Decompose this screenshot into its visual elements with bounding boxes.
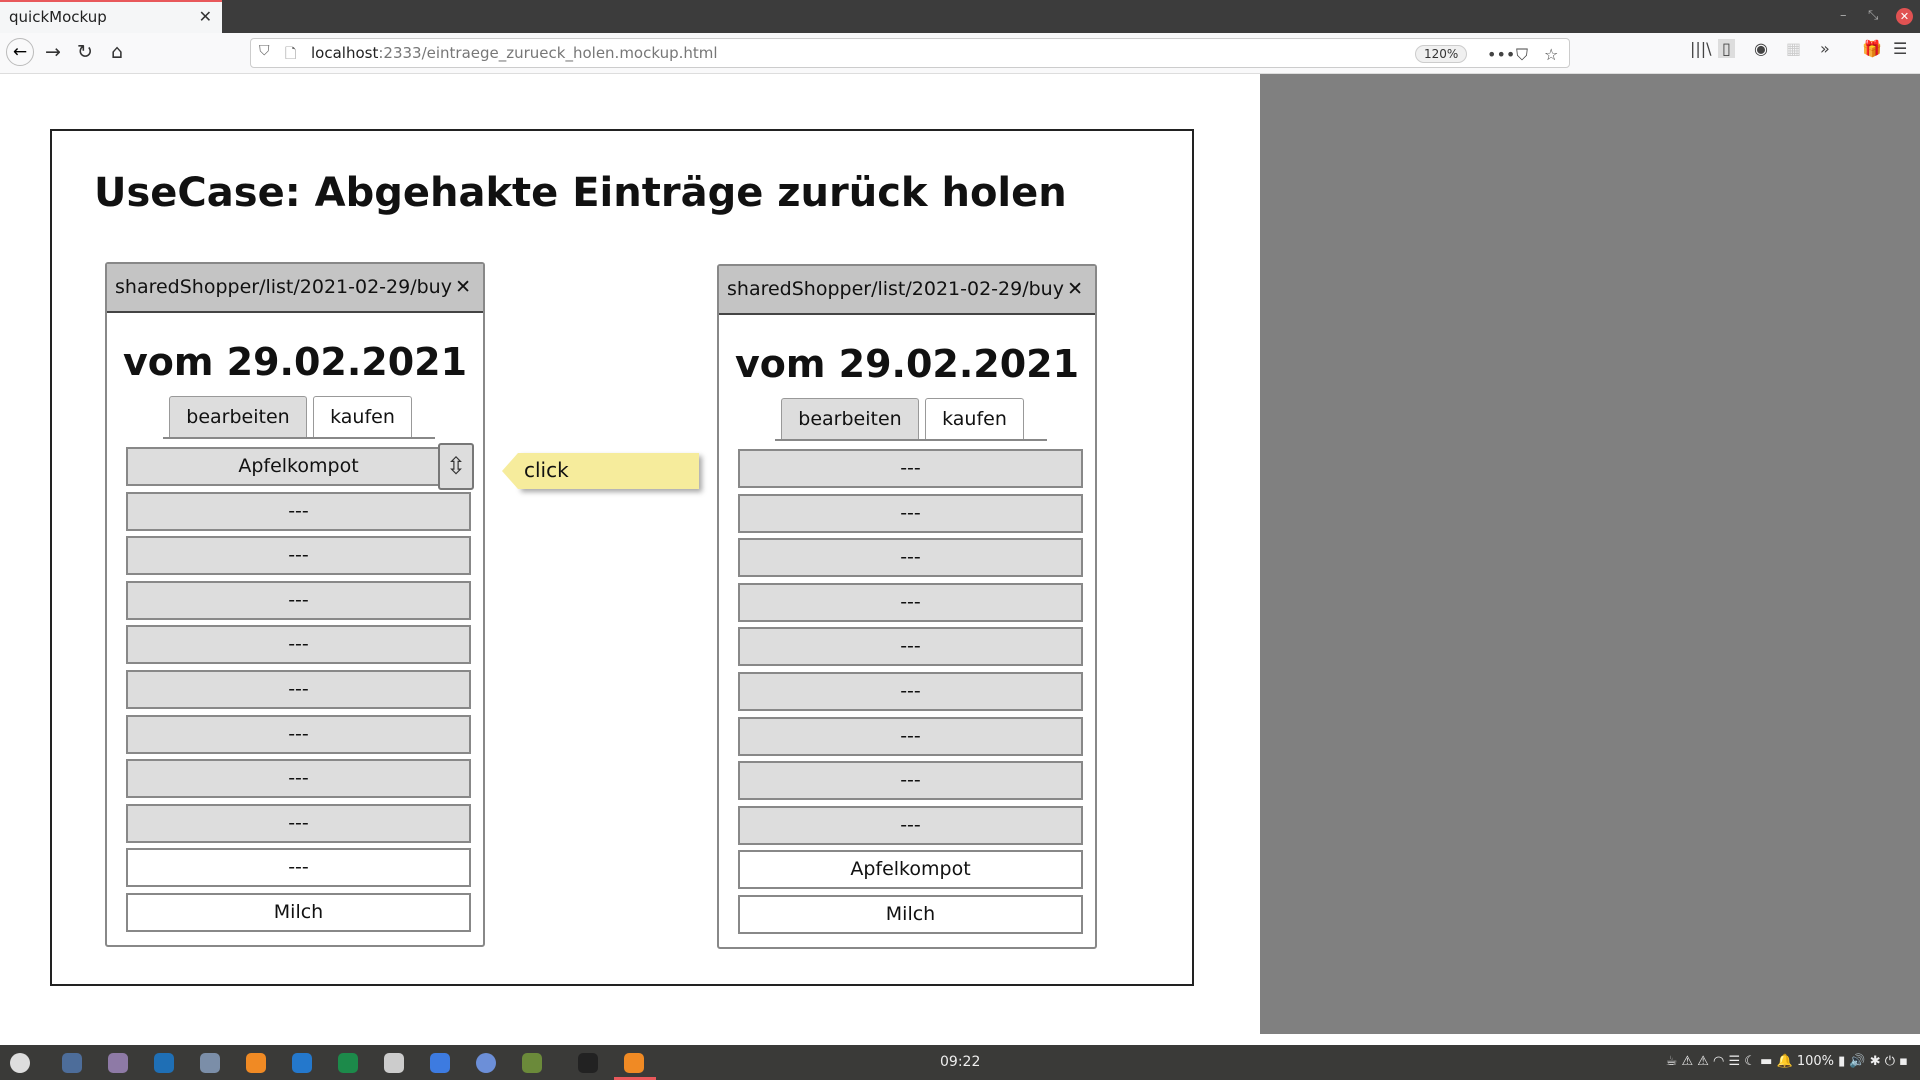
- account-icon[interactable]: ◉: [1754, 39, 1768, 58]
- back-icon[interactable]: ←: [6, 38, 34, 66]
- tab-kaufen[interactable]: kaufen: [925, 398, 1024, 439]
- window-header: sharedShopper/list/2021-02-29/buy ✕: [719, 266, 1095, 315]
- reload-icon[interactable]: ↻: [72, 41, 98, 63]
- more-icon[interactable]: •••: [1487, 45, 1515, 64]
- drag-handle-icon[interactable]: ⇳: [438, 443, 474, 490]
- app-icon[interactable]: [384, 1053, 404, 1073]
- launcher-icon[interactable]: [10, 1053, 30, 1073]
- list-item[interactable]: ---: [738, 716, 1083, 756]
- url-path: :2333/eintraege_zurueck_holen.mockup.htm…: [378, 44, 718, 62]
- window-url: sharedShopper/list/2021-02-29/buy: [115, 276, 452, 298]
- list-item[interactable]: ---: [126, 580, 471, 620]
- list-date: vom 29.02.2021: [734, 342, 1080, 386]
- app-icon[interactable]: [62, 1053, 82, 1073]
- checked-list-item[interactable]: Milch: [738, 895, 1083, 934]
- system-tray[interactable]: ☕ ⚠ ⚠ ◠ ☰ ☾ ▬ 🔔 100% ▮ 🔊 ✱ ⏻ ▪: [1666, 1054, 1908, 1069]
- mockup-window-after: sharedShopper/list/2021-02-29/buy ✕ vom 29…: [717, 264, 1097, 949]
- tab-bar: bearbeiten kaufen: [163, 396, 435, 439]
- taskbar: 09:22 ☕ ⚠ ⚠ ◠ ☰ ☾ ▬ 🔔 100% ▮ 🔊 ✱ ⏻ ▪: [0, 1045, 1920, 1080]
- window-close-icon[interactable]: ✕: [1896, 8, 1913, 25]
- app-icon[interactable]: [338, 1053, 358, 1073]
- list-item[interactable]: ---: [126, 491, 471, 531]
- close-icon[interactable]: ✕: [455, 276, 471, 298]
- list-item[interactable]: ---: [126, 625, 471, 665]
- list-item[interactable]: ---: [738, 805, 1083, 845]
- page-margin-area: [1260, 74, 1920, 1034]
- navigation-bar: ← → ↻ ⌂ ⛉ 🗋 localhost:2333/eintraege_zur…: [0, 33, 1920, 74]
- editor-icon[interactable]: [154, 1053, 174, 1073]
- list-item[interactable]: ---: [126, 670, 471, 709]
- zoom-app-icon[interactable]: [430, 1053, 450, 1073]
- extension-icon[interactable]: ▦: [1786, 39, 1801, 58]
- list-item[interactable]: ---: [738, 672, 1083, 711]
- url-host: localhost: [311, 44, 379, 62]
- chat-icon[interactable]: [476, 1053, 496, 1073]
- page-title: UseCase: Abgehakte Einträge zurück holen: [94, 170, 1067, 216]
- home-icon[interactable]: ⌂: [104, 41, 130, 63]
- restore-icon[interactable]: ⤡: [1868, 8, 1878, 23]
- list-item[interactable]: ---: [126, 803, 471, 843]
- minimize-icon[interactable]: –: [1840, 8, 1847, 23]
- files-icon[interactable]: [108, 1053, 128, 1073]
- forward-icon[interactable]: →: [40, 41, 66, 63]
- tab-bearbeiten[interactable]: bearbeiten: [169, 396, 307, 437]
- list-item[interactable]: Apfelkompot: [126, 447, 471, 486]
- list-item[interactable]: ---: [738, 449, 1083, 488]
- mockup-window-before: sharedShopper/list/2021-02-29/buy ✕ vom 29…: [105, 262, 485, 947]
- tab-bar: bearbeiten kaufen: [775, 398, 1047, 441]
- checked-list-item[interactable]: ---: [126, 848, 471, 888]
- close-icon[interactable]: ✕: [1067, 278, 1083, 300]
- tab-title: quickMockup: [9, 8, 107, 26]
- checked-list-item[interactable]: Apfelkompot: [738, 850, 1083, 890]
- firefox-icon[interactable]: [246, 1053, 266, 1073]
- sidebar-icon[interactable]: ▯: [1718, 39, 1735, 58]
- battery-level: 100%: [1796, 1054, 1834, 1069]
- terminal-icon[interactable]: [578, 1053, 598, 1073]
- list-item[interactable]: ---: [738, 761, 1083, 801]
- list-item[interactable]: ---: [126, 536, 471, 576]
- window-url: sharedShopper/list/2021-02-29/buy: [727, 278, 1064, 300]
- page-icon: 🗋: [285, 46, 297, 62]
- shield-icon[interactable]: ⛉: [259, 43, 270, 59]
- firefox-active-icon[interactable]: [624, 1053, 644, 1073]
- bookmark-star-icon[interactable]: ☆: [1544, 45, 1558, 64]
- overflow-icon[interactable]: »: [1820, 39, 1830, 58]
- pocket-icon[interactable]: ⛉: [1516, 45, 1528, 65]
- zoom-level[interactable]: 120%: [1415, 45, 1468, 63]
- checked-list-item[interactable]: Milch: [126, 893, 471, 932]
- browser-tab-bar: quickMockup ✕ – ⤡ ✕: [0, 0, 1920, 33]
- window-header: sharedShopper/list/2021-02-29/buy ✕: [107, 264, 483, 313]
- tab-kaufen[interactable]: kaufen: [313, 396, 412, 437]
- list-item[interactable]: ---: [126, 714, 471, 754]
- list-item[interactable]: ---: [126, 759, 471, 799]
- list-item[interactable]: ---: [738, 582, 1083, 622]
- close-tab-icon[interactable]: ✕: [199, 7, 212, 26]
- url-text[interactable]: localhost:2333/eintraege_zurueck_holen.m…: [311, 44, 718, 62]
- menu-icon[interactable]: ☰: [1893, 39, 1907, 58]
- tab-bearbeiten[interactable]: bearbeiten: [781, 398, 919, 439]
- list-item[interactable]: ---: [738, 538, 1083, 578]
- whats-new-icon[interactable]: 🎁: [1862, 39, 1882, 58]
- minecraft-icon[interactable]: [522, 1053, 542, 1073]
- browser-tab[interactable]: quickMockup ✕: [0, 0, 222, 33]
- clock[interactable]: 09:22: [940, 1054, 980, 1070]
- list-item[interactable]: ---: [738, 493, 1083, 533]
- callout-note: click: [502, 453, 699, 489]
- url-bar[interactable]: ⛉ 🗋 localhost:2333/eintraege_zurueck_hol…: [250, 38, 1570, 68]
- library-icon[interactable]: |||\: [1690, 39, 1712, 58]
- list-date: vom 29.02.2021: [122, 340, 468, 384]
- list-item[interactable]: ---: [738, 627, 1083, 667]
- vscode-icon[interactable]: [292, 1053, 312, 1073]
- calculator-icon[interactable]: [200, 1053, 220, 1073]
